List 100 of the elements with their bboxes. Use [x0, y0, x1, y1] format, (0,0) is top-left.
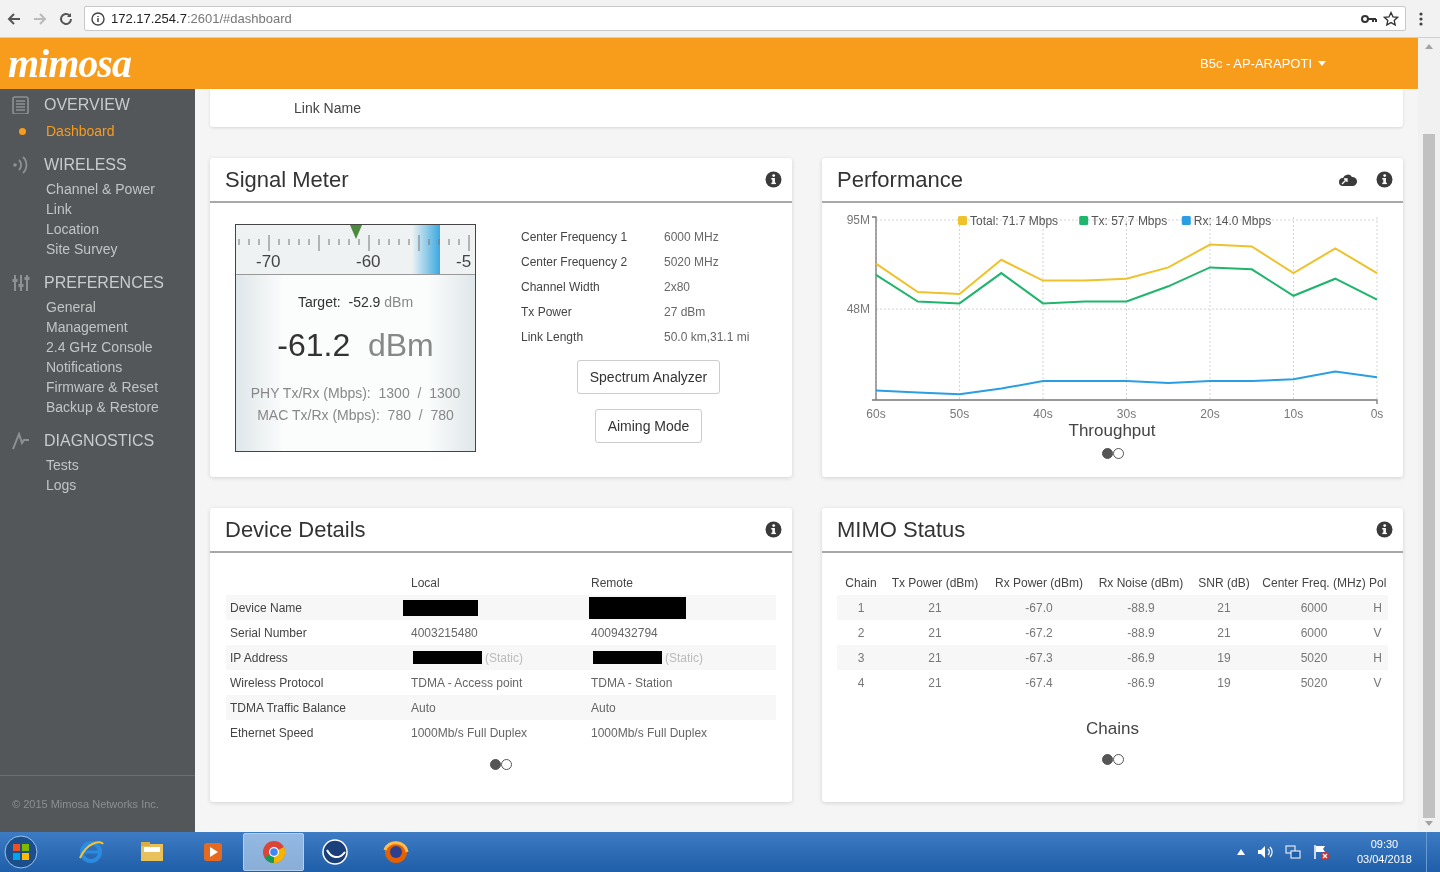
caret-icon: [1318, 61, 1326, 66]
table-cell-text: 3: [856, 649, 866, 667]
action-button[interactable]: Aiming Mode: [594, 409, 703, 443]
link-name-label: Link Name: [294, 98, 361, 118]
table-cell-text: 6000: [1299, 599, 1329, 617]
sidebar-item[interactable]: Tests: [46, 454, 79, 476]
scrollbar[interactable]: [1418, 38, 1440, 832]
info-icon[interactable]: [91, 11, 105, 26]
reload-icon[interactable]: [58, 10, 74, 27]
info-value: 50.0 km,31.1 mi: [664, 328, 750, 346]
sidebar-item[interactable]: Notifications: [46, 356, 123, 378]
network-icon[interactable]: [1284, 845, 1301, 859]
table-cell-text: V: [1372, 624, 1383, 642]
sidebar-item[interactable]: Channel & Power: [46, 178, 155, 200]
column-header: Local: [411, 574, 441, 592]
info-label: Link Length: [521, 328, 585, 346]
sidebar-item[interactable]: General: [46, 296, 96, 318]
table-cell-text: 5020: [1299, 674, 1329, 692]
sidebar-item[interactable]: Location: [46, 218, 99, 240]
table-cell-text: 1: [856, 599, 866, 617]
table-cell-text: 4003215480: [411, 624, 478, 642]
sidebar-item[interactable]: Management: [46, 316, 128, 338]
table-cell-text: -67.0: [1024, 599, 1054, 617]
legend-label: Rx: 14.0 Mbps: [1193, 214, 1272, 228]
info-icon[interactable]: [1376, 171, 1393, 188]
table-cell-text: V: [1372, 674, 1383, 692]
column-header: Rx Noise (dBm): [1097, 574, 1185, 592]
table-cell-text: Serial Number: [229, 624, 308, 642]
signal-reading: -61.2 dBm: [276, 329, 435, 361]
caret-icon[interactable]: [1236, 849, 1245, 855]
x-tick-label: 50s: [949, 407, 970, 421]
column-header: Pol: [1369, 574, 1386, 592]
address-bar[interactable]: 172.17.254.7:2601/#dashboard: [84, 6, 1406, 31]
list-icon: [12, 96, 30, 114]
card-title: Signal Meter: [225, 166, 350, 194]
table-cell-text: TDMA - Access point: [411, 674, 523, 692]
back-icon[interactable]: [6, 10, 22, 27]
logo[interactable]: mimosa: [8, 43, 131, 84]
x-tick-label: 40s: [1033, 407, 1053, 421]
sidebar-item[interactable]: Logs: [46, 474, 77, 496]
table-cell-text: Ethernet Speed: [229, 724, 315, 742]
column-header: Tx Power (dBm): [890, 574, 980, 592]
sliders-icon: [12, 274, 30, 292]
legend-swatch: [958, 216, 967, 225]
table-cell-text: 4: [856, 674, 866, 692]
info-label: Channel Width: [521, 278, 601, 296]
info-icon[interactable]: [765, 521, 782, 538]
scroll-thumb[interactable]: [1423, 134, 1435, 818]
table-cell-text: 21: [1216, 599, 1232, 617]
phy-rates: PHY Tx/Rx (Mbps): 1300 / 1300: [249, 384, 462, 403]
table-cell-text: -88.9: [1126, 599, 1156, 617]
info-icon[interactable]: [1376, 521, 1393, 538]
table-cell-text: H: [1372, 599, 1383, 617]
sidebar-item[interactable]: Backup & Restore: [46, 396, 159, 418]
device-menu[interactable]: B5c - AP-ARAPOTI: [1200, 53, 1326, 74]
section-title: OVERVIEW: [44, 95, 130, 115]
table-cell-text: 1000Mb/s Full Duplex: [591, 724, 708, 742]
sidebar-item[interactable]: 2.4 GHz Console: [46, 336, 153, 358]
table-cell-text: 21: [927, 624, 943, 642]
pulse-icon: [12, 432, 30, 450]
column-header: Center Freq. (MHz): [1261, 574, 1367, 592]
start-button[interactable]: [4, 835, 38, 869]
scale-label: -5: [456, 253, 472, 270]
key-icon[interactable]: [1361, 12, 1377, 25]
clock[interactable]: 09:30 03/04/2018: [1356, 837, 1412, 867]
sidebar-item[interactable]: Site Survey: [46, 238, 118, 260]
firefox-icon: [381, 838, 410, 866]
table-cell-text: Device Name: [229, 599, 304, 617]
signal-icon: [12, 156, 30, 174]
x-tick-label: 60s: [866, 407, 886, 421]
globe-icon: [320, 838, 349, 866]
info-label: Center Frequency 1: [521, 228, 629, 246]
sidebar-item[interactable]: Link: [46, 198, 72, 220]
browser-icon: [76, 838, 105, 866]
table-cell-text: Wireless Protocol: [229, 674, 325, 692]
table-cell-text: -67.3: [1024, 649, 1054, 667]
static-note: (Static): [665, 649, 703, 667]
table-cell-text: 5020: [1299, 649, 1329, 667]
sidebar-item[interactable]: Dashboard: [46, 120, 115, 142]
info-icon[interactable]: [765, 171, 782, 188]
action-button[interactable]: Spectrum Analyzer: [576, 360, 721, 394]
mac-rates: MAC Tx/Rx (Mbps): 780 / 780: [256, 406, 455, 425]
card-title: Performance: [837, 166, 964, 194]
column-header: Chain: [844, 574, 878, 592]
star-icon[interactable]: [1383, 10, 1399, 27]
menu-icon[interactable]: [1418, 10, 1424, 27]
legend-swatch: [1181, 216, 1191, 225]
flag-icon[interactable]: [1312, 844, 1329, 860]
table-cell-text: -67.2: [1024, 624, 1054, 642]
table-cell-text: 2: [856, 624, 866, 642]
column-header: Remote: [591, 574, 635, 592]
sidebar-item[interactable]: Firmware & Reset: [46, 376, 159, 398]
speaker-icon[interactable]: [1256, 845, 1273, 859]
table-cell-text: -86.9: [1126, 674, 1156, 692]
table-cell-text: 19: [1216, 649, 1232, 667]
table-cell-text: 4009432794: [591, 624, 658, 642]
x-tick-label: 0s: [1370, 407, 1384, 421]
table-cell-text: H: [1372, 649, 1383, 667]
table-cell-text: 21: [927, 599, 943, 617]
table-cell-text: 1000Mb/s Full Duplex: [411, 724, 528, 742]
